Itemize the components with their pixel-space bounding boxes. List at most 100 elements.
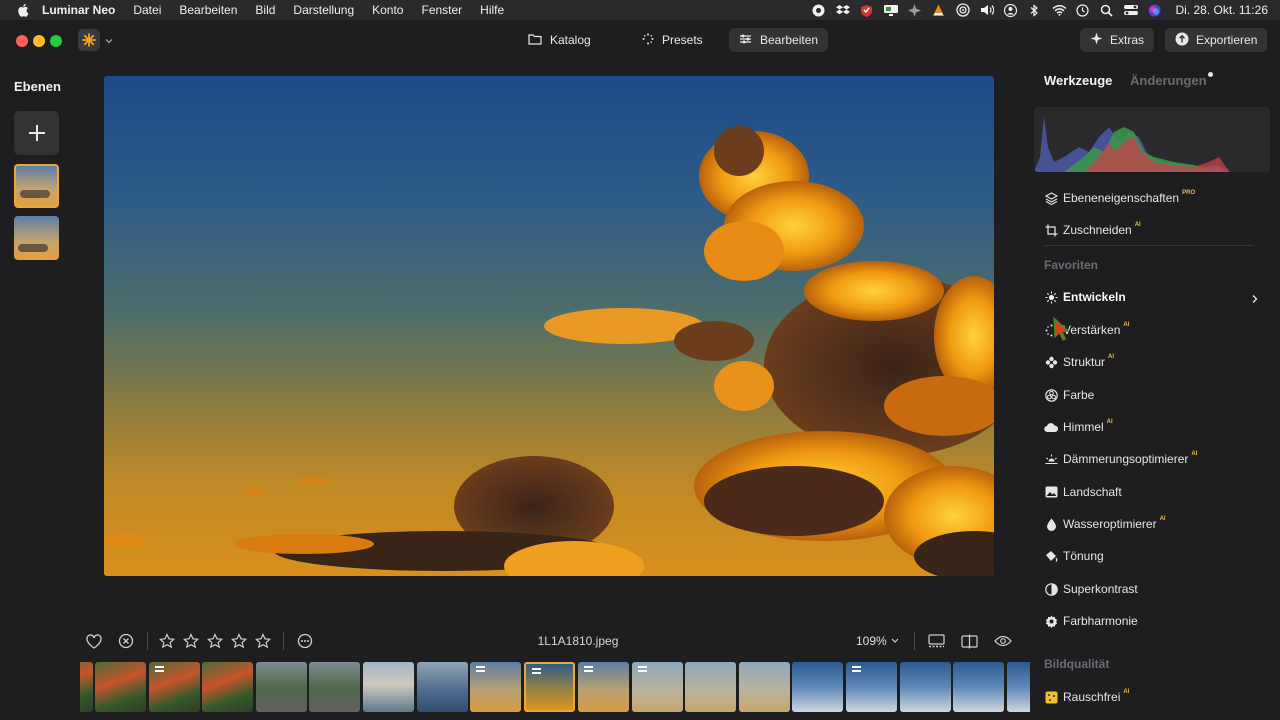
chevron-down-icon[interactable] (104, 33, 116, 45)
filmstrip-thumbnail[interactable] (95, 662, 146, 712)
luminar-logo-icon[interactable] (78, 29, 100, 51)
menubar-clock[interactable]: Di. 28. Okt. 11:26 (1176, 3, 1269, 17)
star-4-icon[interactable] (230, 632, 248, 650)
filmstrip (80, 661, 1030, 713)
tool-superkontrast[interactable]: Superkontrast (1044, 580, 1138, 598)
menu-datei[interactable]: Datei (133, 3, 161, 17)
user-icon[interactable] (1004, 3, 1018, 17)
more-options-icon[interactable] (296, 632, 314, 650)
airdrop-icon[interactable] (955, 3, 970, 17)
zoom-window-button[interactable] (50, 35, 62, 47)
minimize-window-button[interactable] (33, 35, 45, 47)
ai-badge: AI (1123, 689, 1130, 695)
tool-wasseroptimierer[interactable]: Wasseroptimierer AI (1044, 515, 1166, 533)
tool-farbharmonie[interactable]: Farbharmonie (1044, 612, 1138, 630)
menu-bearbeiten[interactable]: Bearbeiten (179, 3, 237, 17)
menu-konto[interactable]: Konto (372, 3, 403, 17)
wifi-icon[interactable] (1052, 3, 1066, 17)
histogram (1034, 107, 1270, 172)
filmstrip-thumbnail-selected[interactable] (524, 662, 575, 712)
search-icon[interactable] (1100, 3, 1114, 17)
chevron-down-icon (890, 634, 900, 648)
eye-icon[interactable] (994, 632, 1012, 650)
display-app-icon[interactable] (883, 3, 898, 17)
filmstrip-thumbnail[interactable] (578, 662, 629, 712)
tool-ebeneneigenschaften[interactable]: Ebeneneigenschaften PRO (1044, 189, 1195, 207)
control-center-icon[interactable] (1123, 3, 1138, 17)
tool-label: Dämmerungsoptimierer (1063, 452, 1189, 466)
filmstrip-thumbnail[interactable] (417, 662, 468, 712)
filmstrip-thumbnail[interactable] (309, 662, 360, 712)
tool-entwickeln[interactable]: Entwickeln (1044, 288, 1126, 306)
filmstrip-thumbnail[interactable] (363, 662, 414, 712)
star-3-icon[interactable] (206, 632, 224, 650)
siri-icon[interactable] (1148, 3, 1162, 17)
volume-icon[interactable] (980, 3, 994, 17)
export-button[interactable]: Exportieren (1165, 28, 1268, 52)
close-window-button[interactable] (16, 35, 28, 47)
tool-himmel[interactable]: Himmel AI (1044, 418, 1113, 436)
tool-label: Farbharmonie (1063, 614, 1138, 628)
compare-icon[interactable] (960, 632, 978, 650)
time-machine-icon[interactable] (1076, 3, 1090, 17)
section-favoriten[interactable]: Favoriten (1044, 258, 1098, 272)
menu-darstellung[interactable]: Darstellung (293, 3, 354, 17)
filmstrip-thumbnail[interactable] (80, 662, 93, 712)
tool-rauschfrei[interactable]: Rauschfrei AI (1044, 688, 1129, 706)
vlc-icon[interactable] (932, 3, 946, 17)
filmstrip-thumbnail[interactable] (900, 662, 951, 712)
ai-badge: AI (1123, 322, 1130, 328)
menu-hilfe[interactable]: Hilfe (480, 3, 504, 17)
tool-zuschneiden[interactable]: Zuschneiden AI (1044, 221, 1141, 239)
tool-struktur[interactable]: Struktur AI (1044, 353, 1114, 371)
section-bildqualitaet[interactable]: Bildqualität (1044, 657, 1109, 671)
filmstrip-thumbnail[interactable] (149, 662, 200, 712)
menu-app-name[interactable]: Luminar Neo (42, 3, 115, 17)
tab-bearbeiten[interactable]: Bearbeiten (729, 28, 829, 52)
ai-badge: AI (1191, 451, 1198, 457)
extras-button[interactable]: Extras (1080, 28, 1155, 52)
tab-presets[interactable]: Presets (632, 28, 713, 52)
title-bar: Katalog Presets Bearbeiten Extras Export… (0, 20, 1280, 62)
filmstrip-thumbnail[interactable] (632, 662, 683, 712)
star-1-icon[interactable] (158, 632, 176, 650)
tab-katalog[interactable]: Katalog (518, 28, 601, 52)
tab-aenderungen[interactable]: Änderungen (1130, 73, 1207, 88)
tool-toenung[interactable]: Tönung (1044, 547, 1104, 565)
add-layer-button[interactable] (14, 111, 59, 155)
bluetooth-icon[interactable] (1028, 3, 1042, 17)
tool-daemmerungsoptimierer[interactable]: Dämmerungsoptimierer AI (1044, 450, 1197, 468)
settings-app-icon[interactable] (908, 3, 922, 17)
filmstrip-thumbnail[interactable] (202, 662, 253, 712)
zoom-select[interactable]: 109% (856, 634, 900, 648)
dropbox-icon[interactable] (835, 3, 850, 17)
apple-icon[interactable] (16, 3, 30, 17)
layer-thumbnail-active[interactable] (14, 164, 59, 208)
menu-bild[interactable]: Bild (255, 3, 275, 17)
star-5-icon[interactable] (254, 632, 272, 650)
layer-thumbnail[interactable] (14, 216, 59, 260)
ai-badge: AI (1134, 222, 1141, 228)
filmstrip-thumbnail[interactable] (792, 662, 843, 712)
sunset-clouds-image (106, 126, 994, 576)
filmstrip-toggle-icon[interactable] (927, 632, 945, 650)
filmstrip-thumbnail[interactable] (739, 662, 790, 712)
filmstrip-thumbnail[interactable] (256, 662, 307, 712)
filmstrip-thumbnail[interactable] (1007, 662, 1030, 712)
main-photo-canvas[interactable] (104, 76, 994, 576)
filmstrip-thumbnail[interactable] (685, 662, 736, 712)
record-icon[interactable] (812, 3, 826, 17)
chevron-right-icon[interactable] (1250, 291, 1260, 303)
menu-fenster[interactable]: Fenster (421, 3, 462, 17)
filmstrip-thumbnail[interactable] (470, 662, 521, 712)
shield-app-icon[interactable] (860, 3, 874, 17)
tool-farbe[interactable]: Farbe (1044, 386, 1094, 404)
filmstrip-thumbnail[interactable] (953, 662, 1004, 712)
heart-icon[interactable] (85, 632, 103, 650)
separator (914, 632, 915, 650)
star-2-icon[interactable] (182, 632, 200, 650)
tool-landschaft[interactable]: Landschaft (1044, 483, 1122, 501)
tab-werkzeuge[interactable]: Werkzeuge (1044, 73, 1112, 88)
reject-icon[interactable] (117, 632, 135, 650)
filmstrip-thumbnail[interactable] (846, 662, 897, 712)
